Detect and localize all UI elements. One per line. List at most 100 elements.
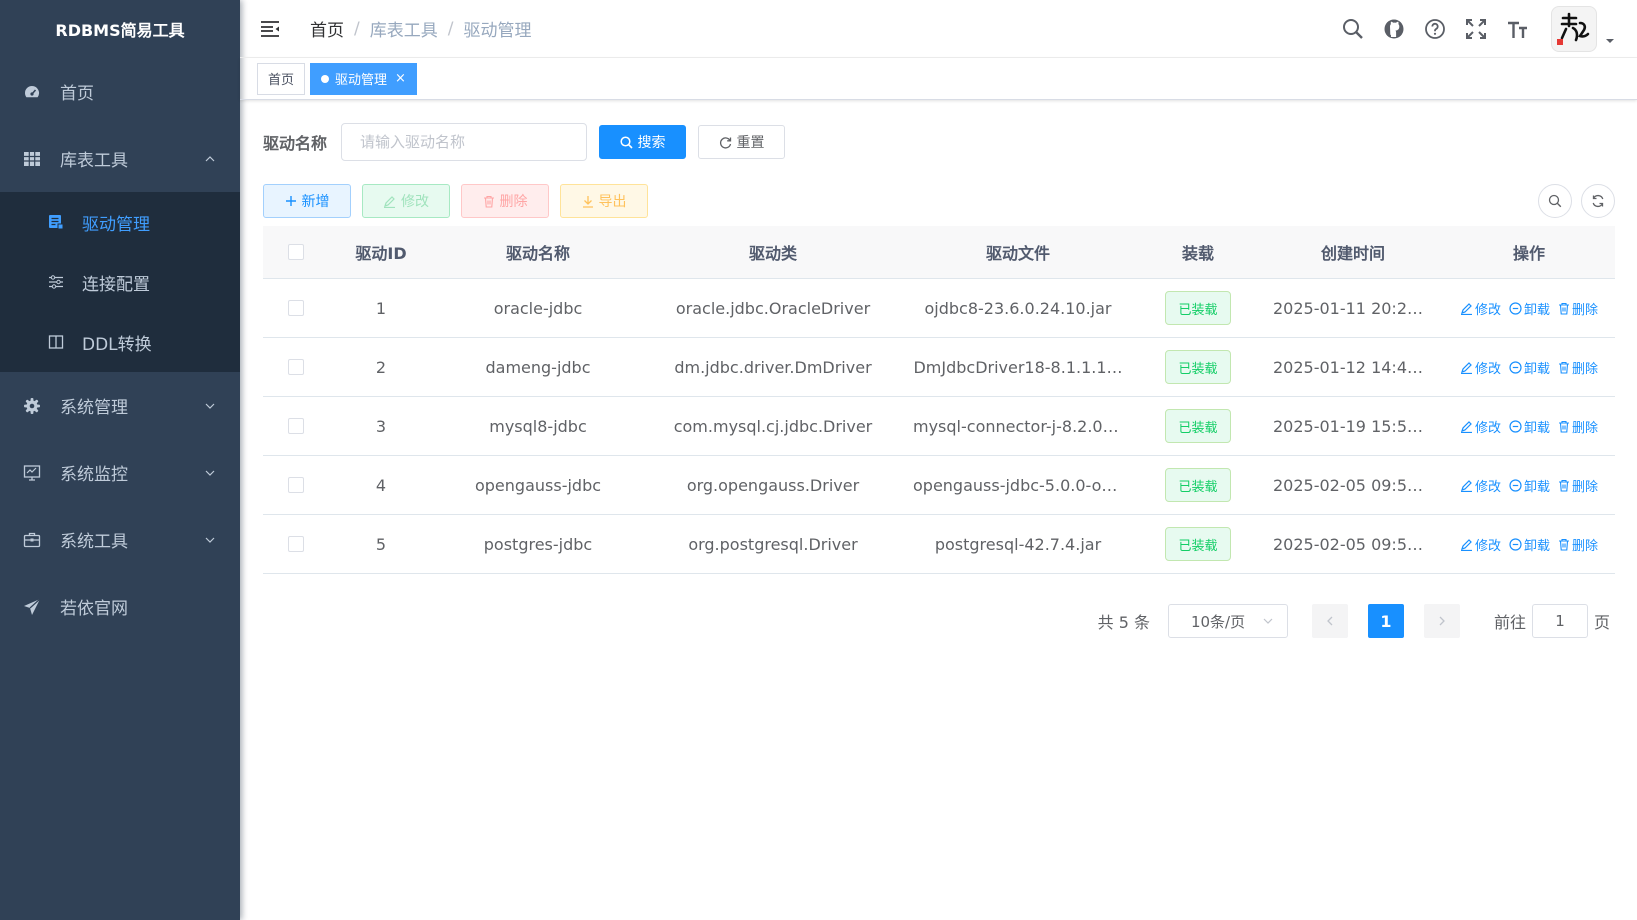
created-time-cell: 2025-02-05 09:56:14: [1273, 534, 1443, 554]
status-badge: 已装载: [1165, 468, 1231, 502]
row-delete-link[interactable]: 删除: [1558, 417, 1598, 436]
page-size-select[interactable]: 10条/页: [1167, 604, 1288, 638]
row-delete-link[interactable]: 删除: [1558, 476, 1598, 495]
pagination: 共 5 条 10条/页 1 前往 页: [1098, 604, 1610, 638]
row-unload-link[interactable]: 卸载: [1509, 476, 1550, 495]
sidebar-item-system-monitor[interactable]: 系统监控: [0, 439, 240, 506]
columns-icon: [46, 332, 66, 352]
driver-name-cell: mysql8-jdbc: [489, 416, 587, 436]
sidebar-item-system-tools[interactable]: 系统工具: [0, 506, 240, 573]
sidebar-item-ruoyi-site[interactable]: 若依官网: [0, 573, 240, 640]
row-edit-link[interactable]: 修改: [1460, 417, 1501, 436]
edit-button-label: 修改: [401, 193, 429, 209]
row-checkbox[interactable]: [288, 477, 304, 493]
refresh-icon: [719, 136, 731, 149]
trash-icon: [1559, 302, 1569, 315]
tag-driver-management[interactable]: 驱动管理 ×: [310, 62, 417, 95]
tag-home[interactable]: 首页: [257, 62, 306, 95]
sidebar-item-db-tools[interactable]: 库表工具: [0, 125, 240, 192]
row-checkbox[interactable]: [288, 300, 304, 316]
close-icon[interactable]: ×: [395, 71, 406, 86]
sidebar-item-connection-config[interactable]: 连接配置: [0, 252, 240, 312]
plus-icon: [285, 196, 296, 206]
row-unload-link[interactable]: 卸载: [1509, 358, 1550, 377]
sidebar-item-label: 连接配置: [82, 274, 150, 295]
sidebar-item-label: 首页: [60, 84, 94, 104]
chevron-down-icon: [205, 403, 215, 409]
sidebar: RDBMS简易工具 首页 库表工具 驱动管理 连接配置 DDL转换 系统管理 系…: [0, 0, 240, 920]
row-delete-link[interactable]: 删除: [1558, 299, 1598, 318]
row-unload-link[interactable]: 卸载: [1509, 535, 1550, 554]
edit-button[interactable]: 修改: [362, 184, 450, 218]
search-button-label: 搜索: [637, 135, 666, 151]
sliders-icon: [46, 272, 66, 292]
prev-page-button[interactable]: [1311, 604, 1348, 638]
fullscreen-icon[interactable]: [1464, 17, 1488, 41]
delete-button[interactable]: 删除: [461, 184, 549, 218]
hamburger-icon[interactable]: [260, 19, 280, 39]
download-icon: [582, 195, 593, 208]
select-all-checkbox[interactable]: [288, 244, 304, 260]
driver-id-cell: 2: [375, 357, 387, 377]
font-size-icon[interactable]: [1505, 17, 1529, 41]
search-icon: [619, 135, 633, 149]
submenu-db-tools: 驱动管理 连接配置 DDL转换: [0, 192, 240, 372]
search-icon: [1548, 194, 1562, 208]
add-button[interactable]: 新增: [263, 184, 351, 218]
sidebar-item-driver-management[interactable]: 驱动管理: [0, 192, 240, 252]
export-button[interactable]: 导出: [560, 184, 648, 218]
actions-cell: 修改 卸载 删除: [1443, 417, 1615, 436]
row-delete-link[interactable]: 删除: [1558, 535, 1598, 554]
row-edit-link[interactable]: 修改: [1460, 535, 1501, 554]
row-edit-link[interactable]: 修改: [1460, 476, 1501, 495]
page-number-current[interactable]: 1: [1367, 604, 1404, 638]
row-delete-link[interactable]: 删除: [1558, 358, 1598, 377]
avatar[interactable]: [1551, 6, 1597, 52]
actions-cell: 修改 卸载 删除: [1443, 476, 1615, 495]
sidebar-item-home[interactable]: 首页: [0, 58, 240, 125]
row-select-cell: [263, 418, 329, 434]
table-icon: [22, 149, 42, 169]
toggle-search-button[interactable]: [1538, 184, 1572, 218]
row-edit-link[interactable]: 修改: [1460, 358, 1501, 377]
row-select-cell: [263, 359, 329, 375]
sidebar-item-system-management[interactable]: 系统管理: [0, 372, 240, 439]
row-delete-label: 删除: [1572, 538, 1599, 554]
search-button[interactable]: 搜索: [599, 125, 687, 159]
row-checkbox[interactable]: [288, 359, 304, 375]
driver-file-cell: DmJdbcDriver18-8.1.1.1…: [913, 357, 1123, 377]
refresh-table-button[interactable]: [1581, 184, 1615, 218]
driver-file-cell: mysql-connector-j-8.2.0.jar: [913, 416, 1129, 436]
github-icon[interactable]: [1382, 17, 1406, 41]
row-delete-label: 删除: [1572, 420, 1599, 436]
header-driver-id: 驱动ID: [355, 244, 407, 263]
driver-name-cell: opengauss-jdbc: [474, 475, 602, 495]
row-checkbox[interactable]: [288, 536, 304, 552]
monitor-icon: [22, 463, 42, 483]
edit-icon: [1460, 420, 1472, 433]
driver-id-cell: 5: [375, 534, 387, 554]
row-unload-link[interactable]: 卸载: [1509, 299, 1550, 318]
load-status-cell: 已装载: [1133, 291, 1263, 325]
caret-down-icon[interactable]: [1605, 36, 1615, 46]
created-time-cell: 2025-01-12 14:41:15: [1273, 357, 1443, 377]
minus-circle-icon: [1509, 478, 1522, 492]
table-row: 1 oracle-jdbc oracle.jdbc.OracleDriver o…: [263, 279, 1615, 338]
row-edit-label: 修改: [1474, 538, 1501, 554]
sidebar-item-label: 系统管理: [60, 398, 128, 418]
sidebar-item-ddl-convert[interactable]: DDL转换: [0, 312, 240, 372]
app-logo-title[interactable]: RDBMS简易工具: [0, 0, 240, 58]
help-icon[interactable]: [1423, 17, 1447, 41]
search-icon[interactable]: [1341, 17, 1365, 41]
next-page-button[interactable]: [1423, 604, 1460, 638]
reset-button[interactable]: 重置: [698, 125, 786, 159]
right-menu: [1324, 0, 1615, 58]
row-checkbox[interactable]: [288, 418, 304, 434]
driver-name-input[interactable]: [341, 123, 588, 161]
send-icon: [22, 597, 42, 617]
goto-page-input[interactable]: [1531, 604, 1588, 638]
row-edit-link[interactable]: 修改: [1460, 299, 1501, 318]
row-unload-link[interactable]: 卸载: [1509, 417, 1550, 436]
row-edit-label: 修改: [1474, 420, 1501, 436]
breadcrumb-home[interactable]: 首页: [310, 16, 344, 41]
